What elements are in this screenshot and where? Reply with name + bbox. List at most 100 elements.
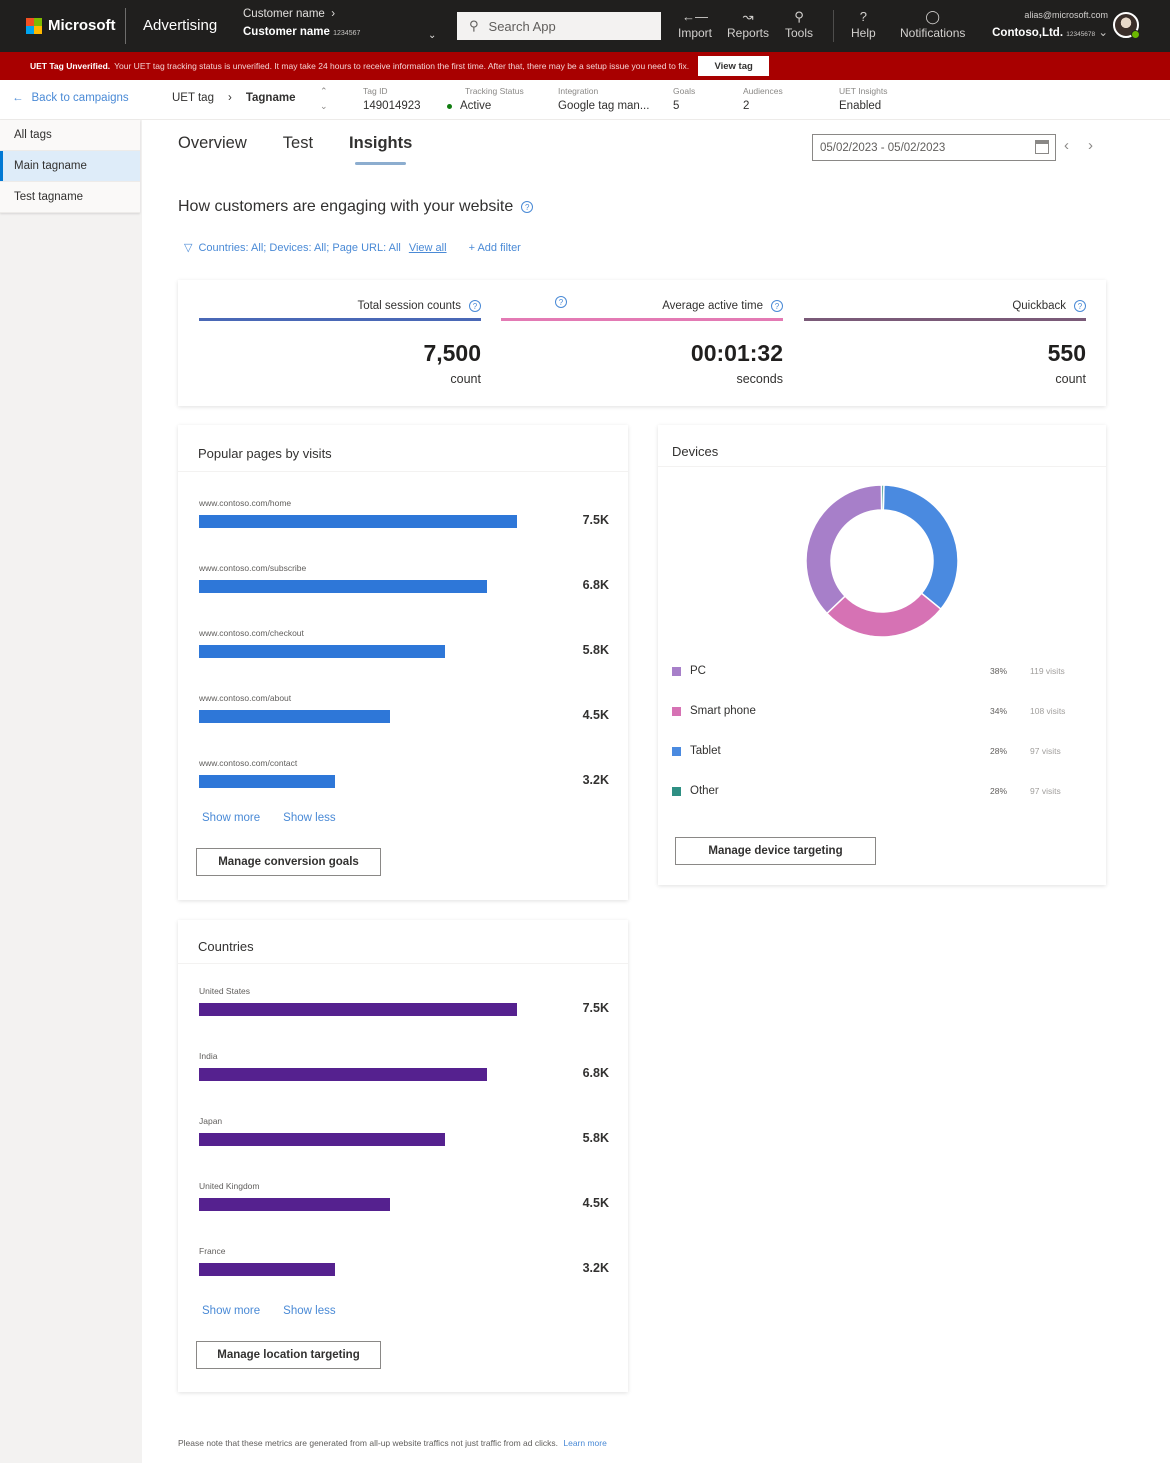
customer-switcher[interactable]: Customer name › Customer name 1234567 [243,8,360,38]
device-visits: 108 visits [1030,706,1066,716]
meta-value: Google tag man... [558,100,650,112]
donut-slice-smart-phone[interactable] [825,592,942,638]
show-less-link[interactable]: Show less [283,812,335,824]
nav-notifications-label: Notifications [900,26,966,40]
info-icon[interactable]: ? [469,300,481,312]
header-divider [833,10,834,42]
page-row: www.contoso.com/subscribe 6.8K [199,563,609,593]
meta-value: 2 [743,100,750,112]
legend-swatch [672,786,681,796]
kpi-unit: count [1055,372,1086,386]
tab-test[interactable]: Test [283,134,313,165]
learn-more-link[interactable]: Learn more [563,1438,606,1448]
nav-notifications[interactable]: ◯ Notifications [900,8,965,40]
meta-label: Goals [673,86,696,96]
device-legend-item[interactable]: PC 38% 119 visits [672,665,1074,677]
page-row: www.contoso.com/home 7.5K [199,498,609,528]
meta-value: 149014923 [363,100,421,112]
nav-tools[interactable]: ⚲ Tools [785,8,813,40]
country-bar[interactable] [199,1133,445,1146]
info-icon[interactable]: ? [771,300,783,312]
meta-tag-id: Tag ID 149014923 [363,86,421,112]
country-bar[interactable] [199,1263,335,1276]
meta-label: Tag ID [363,86,388,96]
tab-bar: Overview Test Insights [178,134,412,165]
reports-icon: ↝ [742,9,754,24]
country-bar[interactable] [199,1068,487,1081]
country-row: Japan 5.8K [199,1116,609,1146]
page-bar[interactable] [199,515,517,528]
nav-tools-label: Tools [785,26,814,40]
view-all-link[interactable]: View all [409,242,447,254]
next-period-button[interactable]: › [1088,137,1093,154]
manage-conversion-goals-button[interactable]: Manage conversion goals [196,848,381,876]
donut-slice-pc[interactable] [805,484,883,615]
avatar[interactable] [1113,12,1140,39]
kpi-quickback: Quickback? 550 count [804,300,1086,386]
add-filter-button[interactable]: + Add filter [469,242,521,254]
account-id: 12345678 [1066,31,1096,38]
country-bar[interactable] [199,1198,390,1211]
show-less-link[interactable]: Show less [283,1305,335,1317]
card-title: Popular pages by visits [198,446,332,461]
info-icon[interactable]: ? [521,201,534,213]
manage-device-targeting-button[interactable]: Manage device targeting [675,837,876,865]
info-icon[interactable]: ? [1074,300,1086,312]
sidebar-item-main-tagname[interactable]: Main tagname [0,151,140,182]
tab-overview[interactable]: Overview [178,134,247,165]
device-visits: 97 visits [1030,786,1061,796]
device-legend-item[interactable]: Smart phone 34% 108 visits [672,705,1074,717]
product-name[interactable]: Advertising [143,17,217,34]
show-more-link[interactable]: Show more [202,1305,260,1317]
country-label: United States [199,986,251,996]
page-label: www.contoso.com/home [199,498,292,508]
breadcrumb-parent[interactable]: UET tag [172,92,214,104]
main-content: Overview Test Insights 05/02/2023 - 05/0… [142,120,1170,1463]
kpi-underline [501,318,783,321]
chevron-down-icon[interactable]: ⌄ [320,99,328,114]
date-range-picker[interactable]: 05/02/2023 - 05/02/2023 [812,134,1056,161]
footnote-text: Please note that these metrics are gener… [178,1438,558,1448]
arrow-left-icon: ← [12,92,24,104]
back-label: Back to campaigns [31,92,129,104]
view-tag-button[interactable]: View tag [698,56,770,76]
page-bar[interactable] [199,645,445,658]
page-bar[interactable] [199,710,390,723]
page-bar[interactable] [199,775,335,788]
chevron-down-icon[interactable]: ⌄ [428,30,436,41]
calendar-icon[interactable] [1035,140,1049,154]
nav-reports-label: Reports [727,26,770,40]
page-label: www.contoso.com/subscribe [199,563,307,573]
account-switcher[interactable]: alias@microsoft.com Contoso,Ltd. 1234567… [980,10,1108,39]
meta-value: 5 [673,100,680,112]
previous-period-button[interactable]: ‹ [1064,137,1069,154]
show-more-link[interactable]: Show more [202,812,260,824]
page-bar[interactable] [199,580,487,593]
device-legend-item[interactable]: Other 28% 97 visits [672,785,1074,797]
meta-tracking-status: Tracking Status Active [447,86,524,112]
country-bar[interactable] [199,1003,517,1016]
nav-reports[interactable]: ↝ Reports [727,8,769,40]
tag-navigator[interactable]: ⌃ ⌄ [320,84,328,114]
search-input[interactable]: ⚲ Search App [457,12,661,40]
manage-location-targeting-button[interactable]: Manage location targeting [196,1341,381,1369]
kpi-label: Quickback [1012,300,1066,312]
donut-slice-other[interactable] [880,484,885,511]
kpi-unit: count [450,372,481,386]
donut-slice-tablet[interactable] [882,484,959,611]
header-divider [125,8,126,44]
sidebar-item-all-tags[interactable]: All tags [0,120,140,151]
sidebar-item-test-tagname[interactable]: Test tagname [0,182,140,213]
nav-import[interactable]: ←— Import [678,8,712,40]
nav-help[interactable]: ? Help [851,8,876,40]
tab-insights[interactable]: Insights [349,134,412,165]
chevron-down-icon: ⌄ [1098,27,1108,39]
device-legend-item[interactable]: Tablet 28% 97 visits [672,745,1074,757]
country-label: India [199,1051,218,1061]
microsoft-logo[interactable]: Microsoft [26,17,116,34]
page-label: www.contoso.com/contact [199,758,298,768]
meta-label: Tracking Status [465,86,524,96]
kpi-unit: seconds [736,372,783,386]
back-to-campaigns-link[interactable]: ← Back to campaigns [12,92,129,104]
chevron-up-icon[interactable]: ⌃ [320,84,328,99]
